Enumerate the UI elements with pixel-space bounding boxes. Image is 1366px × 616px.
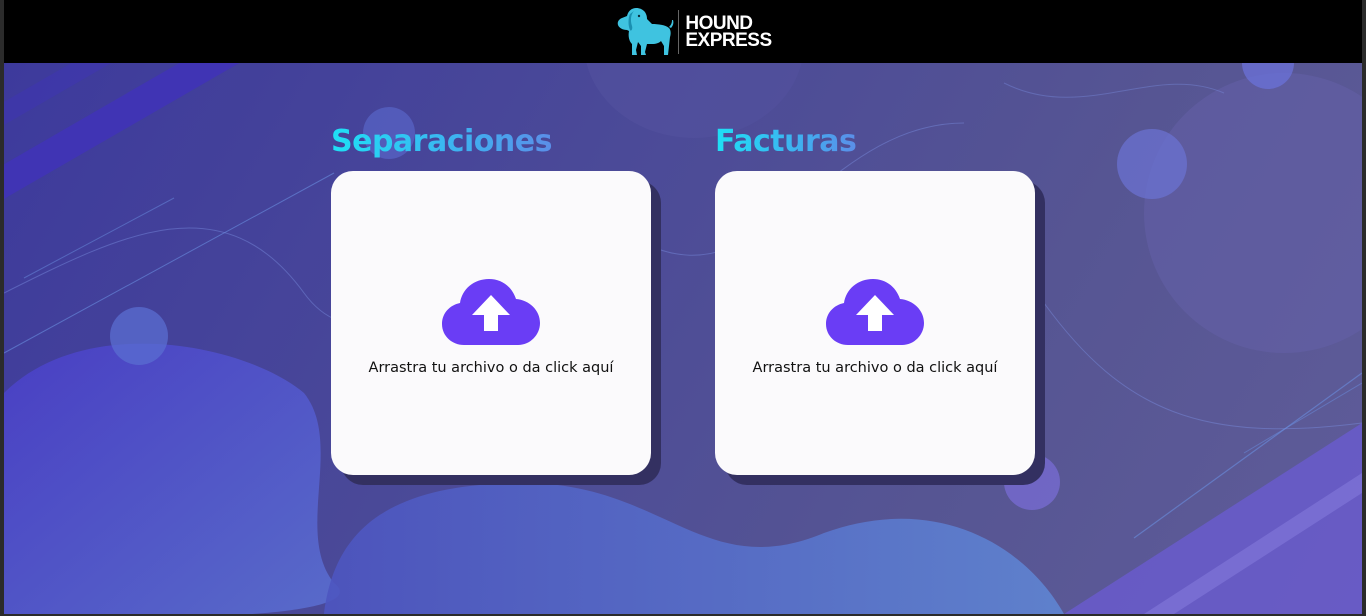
brand-wordmark: HOUND EXPRESS [685, 12, 772, 51]
brand-line-1: HOUND [685, 12, 753, 34]
brand-logo[interactable]: HOUND EXPRESS [614, 5, 772, 59]
brand-line-2: EXPRESS [685, 29, 772, 51]
separaciones-upload-hint: Arrastra tu archivo o da click aquí [368, 360, 614, 376]
brand-divider [678, 9, 680, 54]
separaciones-upload-dropzone[interactable]: Arrastra tu archivo o da click aquí [331, 171, 651, 475]
decorative-background [4, 63, 1362, 614]
cloud-upload-icon [826, 279, 924, 345]
facturas-upload-hint: Arrastra tu archivo o da click aquí [752, 360, 998, 376]
background-shapes [4, 63, 1362, 614]
facturas-title: Facturas [715, 124, 857, 159]
cloud-upload-icon [442, 279, 540, 345]
facturas-upload-dropzone[interactable]: Arrastra tu archivo o da click aquí [715, 171, 1035, 475]
separaciones-title: Separaciones [331, 124, 552, 159]
top-bar: HOUND EXPRESS [4, 0, 1362, 63]
hound-dog-icon [618, 7, 674, 55]
app-frame: HOUND EXPRESS Separaciones Arrastra tu a… [4, 0, 1362, 614]
